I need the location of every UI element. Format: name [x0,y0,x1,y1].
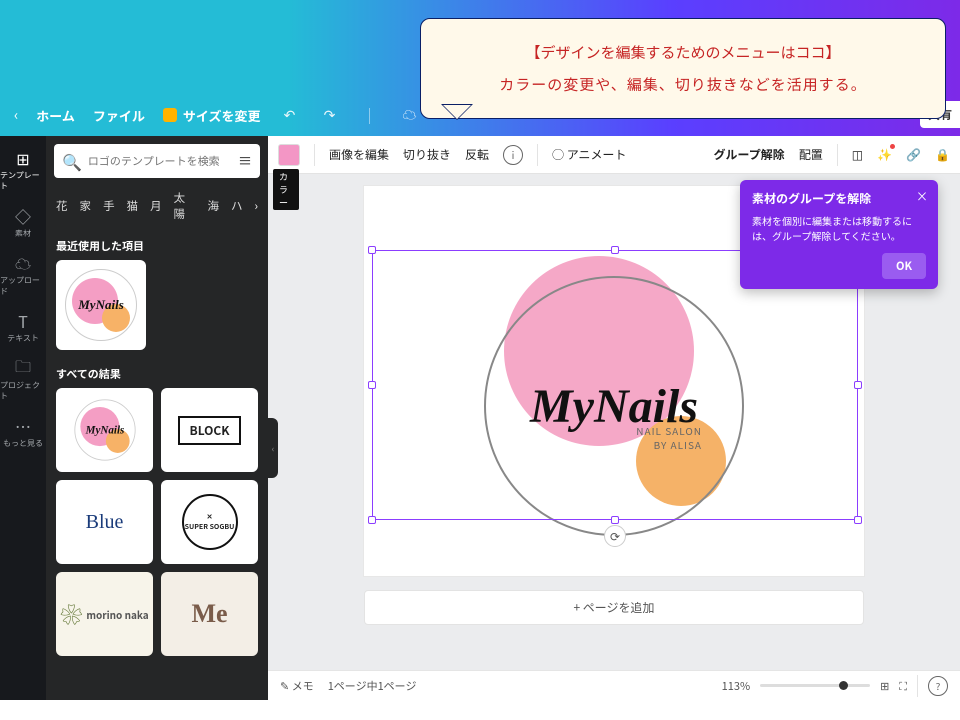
handle[interactable] [368,516,376,524]
rail-upload[interactable]: ☁アップロード [0,253,46,297]
position-button[interactable]: 配置 [799,146,823,163]
tag[interactable]: 海 [208,198,220,214]
rail-templates[interactable]: ⊞テンプレート [0,148,46,192]
chevron-right-icon[interactable]: › [255,198,258,214]
cloud-sync-icon: ☁ [399,104,421,126]
left-rail: ⊞テンプレート ◇素材 ☁アップロード Tテキスト 🗀プロジェクト ⋯もっと見る [0,136,46,700]
crown-icon [163,108,177,122]
recent-thumb[interactable]: MyNails [56,260,146,350]
rail-elements[interactable]: ◇素材 [13,206,33,239]
home-button[interactable]: ホーム [36,106,75,125]
folder-icon: 🗀 [13,358,33,378]
rotate-icon[interactable]: ⟳ [604,525,626,547]
template-thumb[interactable]: BLOCK [161,388,258,472]
redo-icon[interactable]: ↷ [319,104,341,126]
filter-icon[interactable]: ≡ [238,151,252,171]
zoom-slider[interactable] [760,684,870,687]
context-toolbar: カラー 画像を編集 切り抜き 反転 i ◯ アニメート グループ解除 配置 ◫ … [268,136,960,174]
color-swatch[interactable]: カラー [278,144,300,166]
popover-body: 素材を個別に編集または移動するには、グループ解除してください。 [752,213,926,243]
animate-button[interactable]: ◯ アニメート [552,146,626,163]
tag[interactable]: 花 [56,198,68,214]
handle[interactable] [368,246,376,254]
rail-text[interactable]: Tテキスト [7,311,39,344]
file-button[interactable]: ファイル [93,106,145,125]
back-chevron-icon[interactable]: ‹ [14,105,18,125]
undo-icon[interactable]: ↶ [279,104,301,126]
tag[interactable]: 手 [103,198,115,214]
upload-icon: ☁ [13,253,33,273]
bottom-bar: ✎ メモ 1ページ中1ページ 113% ⊞ ⛶ ? [268,670,960,700]
crop-button[interactable]: 切り抜き [403,146,451,163]
info-icon[interactable]: i [503,145,523,165]
tag[interactable]: 月 [150,198,162,214]
all-section-title: すべての結果 [46,360,268,388]
zoom-value[interactable]: 113% [722,678,750,694]
handle[interactable] [611,516,619,524]
transparency-icon[interactable]: ◫ [852,146,863,163]
text-icon: T [13,311,33,331]
template-thumb[interactable]: MyNails [56,388,153,472]
add-page-button[interactable]: + ページを追加 [364,590,864,625]
popover-title: 素材のグループを解除 [752,190,926,207]
template-thumb[interactable]: Me [161,572,258,656]
tag[interactable]: 太陽 [174,190,196,222]
handle[interactable] [368,381,376,389]
flip-button[interactable]: 反転 [465,146,489,163]
templates-icon: ⊞ [13,148,33,168]
template-thumb[interactable]: ✕SUPER SOGBU [161,480,258,564]
template-thumb[interactable]: ❀morino naka [56,572,153,656]
effects-icon[interactable]: ✨ [877,146,892,163]
tag[interactable]: ハ [231,198,243,214]
help-icon[interactable]: ? [928,676,948,696]
collapse-panel-icon[interactable]: ‹ [268,418,278,478]
template-thumb[interactable]: Blue [56,480,153,564]
handle[interactable] [854,381,862,389]
tag[interactable]: 猫 [127,198,139,214]
ungroup-button[interactable]: グループ解除 [714,146,785,163]
canvas-area: カラー 画像を編集 切り抜き 反転 i ◯ アニメート グループ解除 配置 ◫ … [268,136,960,700]
tag-row: 花 家 手 猫 月 太陽 海 ハ › [46,186,268,232]
elements-icon: ◇ [13,206,33,226]
ungroup-popover: × 素材のグループを解除 素材を個別に編集または移動するには、グループ解除してく… [740,180,938,289]
more-icon: ⋯ [13,416,33,436]
handle[interactable] [611,246,619,254]
resize-button[interactable]: サイズを変更 [163,106,261,125]
page-indicator: 1ページ中1ページ [328,678,417,694]
templates-panel: 🔍 ≡ 花 家 手 猫 月 太陽 海 ハ › 最近使用した項目 MyNails … [46,136,268,700]
rail-more[interactable]: ⋯もっと見る [3,416,43,449]
search-input[interactable] [88,153,232,169]
template-grid: MyNails BLOCK Blue ✕SUPER SOGBU ❀morino … [46,388,268,676]
rail-projects[interactable]: 🗀プロジェクト [0,358,46,402]
instruction-callout: 【デザインを編集するためのメニューはココ】 カラーの変更や、編集、切り抜きなどを… [420,18,946,119]
search-input-wrap[interactable]: 🔍 ≡ [54,144,260,178]
search-icon: 🔍 [62,149,82,173]
edit-image-button[interactable]: 画像を編集 [329,146,389,163]
recent-section-title: 最近使用した項目 [46,232,268,260]
fullscreen-icon[interactable]: ⛶ [899,678,907,694]
grid-view-icon[interactable]: ⊞ [880,678,889,694]
tag[interactable]: 家 [80,198,92,214]
ok-button[interactable]: OK [882,253,926,279]
memo-button[interactable]: ✎ メモ [280,678,314,694]
lock-icon[interactable]: 🔒 [935,146,950,163]
selection-box[interactable]: ⟳ [372,250,858,520]
link-icon[interactable]: 🔗 [906,146,921,163]
handle[interactable] [854,516,862,524]
close-icon[interactable]: × [916,188,928,205]
